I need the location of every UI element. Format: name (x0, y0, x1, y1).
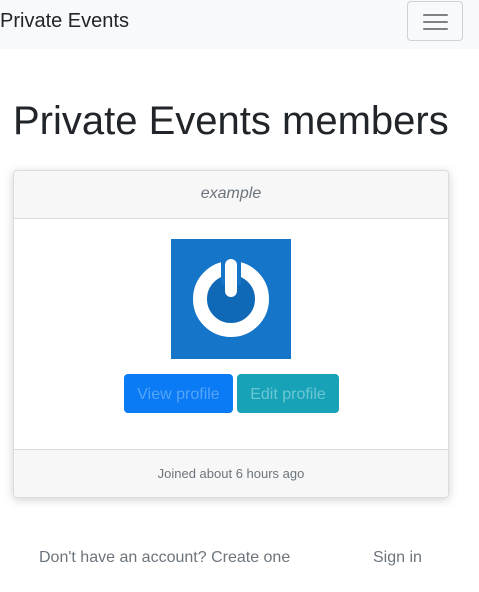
member-username: example (200, 185, 262, 202)
avatar (171, 239, 291, 359)
navbar-brand[interactable]: Private Events (0, 10, 129, 32)
sign-in-link[interactable]: Sign in (373, 548, 422, 568)
navbar: Private Events (0, 0, 479, 49)
member-card: example View profile Edit profile Joined… (13, 170, 449, 498)
edit-profile-button[interactable]: Edit profile (237, 374, 339, 413)
card-footer: Joined about 6 hours ago (14, 449, 448, 497)
view-profile-button[interactable]: View profile (124, 374, 233, 413)
power-button-avatar-icon (193, 255, 269, 337)
page-title: Private Events members (13, 99, 449, 143)
card-header: example (14, 171, 448, 219)
joined-timestamp: Joined about 6 hours ago (157, 466, 305, 481)
navbar-toggler-button[interactable] (407, 1, 463, 41)
create-account-link[interactable]: Don't have an account? Create one (39, 548, 290, 568)
